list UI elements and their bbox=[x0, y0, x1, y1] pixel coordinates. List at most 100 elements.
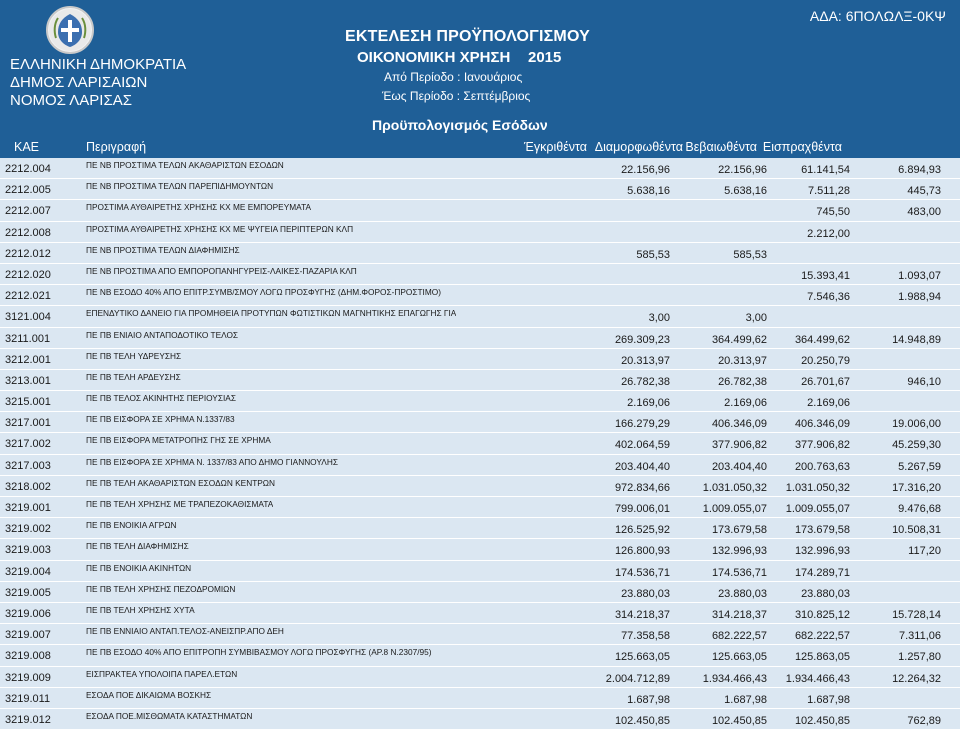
cell-collected: 1.988,94 bbox=[898, 291, 941, 304]
table-row: 3219.003 ΠΕ ΠΒ ΤΕΛΗ ΔΙΑΦΗΜΙΣΗΣ 126.800,93 1… bbox=[0, 539, 960, 561]
cell-certified: 1.687,98 bbox=[807, 693, 850, 706]
cell-assessed: 1.934.466,43 bbox=[702, 672, 767, 685]
cell-desc: ΠΕ ΠΒ ΕΣΟΔΟ 40% ΑΠΟ ΕΠΙΤΡΟΠΗ ΣΥΜΒΙΒΑΣΜΟΥ… bbox=[86, 647, 432, 658]
cell-assessed: 26.782,38 bbox=[718, 375, 767, 388]
cell-certified: 102.450,85 bbox=[794, 714, 850, 727]
fiscal-year-label: ΟΙΚΟΝΟΜΙΚΗ ΧΡΗΣΗ bbox=[357, 49, 511, 66]
cell-approved: 166.279,29 bbox=[614, 418, 670, 431]
cell-certified: 406.346,09 bbox=[794, 418, 850, 431]
cell-certified: 61.141,54 bbox=[801, 164, 850, 176]
cell-certified: 7.511,28 bbox=[807, 185, 850, 198]
cell-kae: 3219.006 bbox=[5, 607, 51, 620]
cell-collected: 45.259,30 bbox=[892, 439, 941, 452]
cell-kae: 3219.011 bbox=[5, 692, 51, 705]
cell-approved: 3,00 bbox=[648, 312, 670, 325]
cell-assessed: 125.663,05 bbox=[711, 651, 767, 664]
table-row: 3211.001 ΠΕ ΠΒ ΕΝΙΑΙΟ ΑΝΤΑΠΟΔΟΤΙΚΟ ΤΕΛΟΣ 2… bbox=[0, 327, 960, 349]
cell-collected: 762,89 bbox=[907, 714, 941, 727]
table-row: 3219.007 ΠΕ ΠΒ ΕΝΝΙΑΙΟ ΑΝΤΑΠ.ΤΕΛΟΣ-ΑΝΕΙΣΠ… bbox=[0, 624, 960, 646]
cell-certified: 15.393,41 bbox=[801, 269, 850, 282]
cell-collected: 1.257,80 bbox=[898, 651, 941, 664]
table-row: 3215.001 ΠΕ ΠΒ ΤΕΛΟΣ ΑΚΙΝΗΤΗΣ ΠΕΡΙΟΥΣΙΑΣ 2… bbox=[0, 391, 960, 413]
cell-assessed: 132.996,93 bbox=[711, 545, 767, 558]
org-line-2: ΔΗΜΟΣ ΛΑΡΙΣΑΙΩΝ bbox=[10, 74, 148, 91]
table-row: 2212.008 ΠΡΟΣΤΙΜΑ ΑΥΘΑΙΡΕΤΗΣ ΧΡΗΣΗΣ ΚΧ ΜΕ… bbox=[0, 221, 960, 243]
cell-certified: 2.169,06 bbox=[807, 397, 850, 410]
cell-certified: 132.996,93 bbox=[794, 545, 850, 558]
table-row: 3219.012 ΕΣΟΔΑ ΠΟΕ.ΜΙΣΘΩΜΑΤΑ ΚΑΤΑΣΤΗΜΑΤΩΝ… bbox=[0, 708, 960, 730]
cell-assessed: 1.687,98 bbox=[724, 693, 767, 706]
cell-desc: ΕΙΣΠΡΑΚΤΕΑ ΥΠΟΛΟΙΠΑ ΠΑΡΕΛ.ΕΤΩΝ bbox=[86, 668, 238, 679]
greek-coat-of-arms-icon bbox=[46, 6, 94, 54]
cell-desc: ΠΕ ΠΒ ΤΕΛΗ ΑΡΔΕΥΣΗΣ bbox=[86, 371, 181, 382]
cell-approved: 20.313,97 bbox=[621, 354, 670, 367]
cell-kae: 3217.002 bbox=[5, 438, 51, 451]
cell-assessed: 174.536,71 bbox=[711, 566, 767, 579]
cell-collected: 14.948,89 bbox=[892, 333, 941, 346]
cell-certified: 364.499,62 bbox=[794, 333, 850, 346]
cell-desc: ΕΣΟΔΑ ΠΟΕ ΔΙΚΑΙΩΜΑ ΒΟΣΚΗΣ bbox=[86, 689, 212, 700]
cell-desc: ΠΕ ΠΒ ΤΕΛΗ ΧΡΗΣΗΣ ΠΕΖΟΔΡΟΜΙΩΝ bbox=[86, 583, 236, 594]
cell-collected: 12.264,32 bbox=[892, 672, 941, 685]
cell-kae: 3219.009 bbox=[5, 671, 51, 684]
cell-desc: ΠΕ ΠΒ ΤΕΛΗ ΧΡΗΣΗΣ ΧΥΤΑ bbox=[86, 604, 195, 615]
cell-kae: 2212.005 bbox=[5, 184, 51, 197]
table-row: 3219.008 ΠΕ ΠΒ ΕΣΟΔΟ 40% ΑΠΟ ΕΠΙΤΡΟΠΗ ΣΥΜ… bbox=[0, 645, 960, 667]
period-to: Έως Περίοδο : Σεπτέμβριος bbox=[382, 89, 531, 103]
cell-assessed: 1.031.050,32 bbox=[702, 481, 767, 494]
cell-approved: 22.156,96 bbox=[621, 164, 670, 176]
cell-certified: 1.009.055,07 bbox=[785, 503, 850, 515]
table-row: 2212.021 ΠΕ ΝΒ ΕΣΟΔΟ 40% ΑΠΟ ΕΠΙΤΡ.ΣΥΜΒ/Σ… bbox=[0, 285, 960, 307]
cell-assessed: 5.638,16 bbox=[724, 185, 767, 198]
cell-approved: 26.782,38 bbox=[621, 375, 670, 388]
cell-approved: 585,53 bbox=[636, 248, 670, 261]
cell-collected: 17.316,20 bbox=[892, 481, 941, 494]
cell-desc: ΠΕ ΠΒ ΕΙΣΦΟΡΑ ΣΕ ΧΡΗΜΑ Ν. 1337/83 ΑΠΟ ΔΗ… bbox=[86, 456, 338, 467]
cell-certified: 2.212,00 bbox=[807, 227, 850, 240]
cell-kae: 3219.003 bbox=[5, 544, 51, 557]
cell-approved: 1.687,98 bbox=[627, 693, 670, 706]
table-row: 3213.001 ΠΕ ΠΒ ΤΕΛΗ ΑΡΔΕΥΣΗΣ 26.782,38 26.7… bbox=[0, 369, 960, 392]
cell-desc: ΠΕ ΠΒ ΕΝΟΙΚΙΑ ΑΓΡΩΝ bbox=[86, 520, 177, 531]
cell-desc: ΠΕ ΠΒ ΤΕΛΗ ΑΚΑΘΑΡΙΣΤΩΝ ΕΣΟΔΩΝ ΚΕΝΤΡΩΝ bbox=[86, 477, 275, 488]
cell-assessed: 406.346,09 bbox=[711, 418, 767, 431]
cell-approved: 126.525,92 bbox=[614, 524, 670, 537]
cell-approved: 314.218,37 bbox=[614, 608, 670, 621]
cell-certified: 310.825,12 bbox=[794, 608, 850, 621]
table-row: 3217.001 ΠΕ ΠΒ ΕΙΣΦΟΡΑ ΣΕ ΧΡΗΜΑ Ν.1337/83… bbox=[0, 412, 960, 434]
table-row: 3219.005 ΠΕ ΠΒ ΤΕΛΗ ΧΡΗΣΗΣ ΠΕΖΟΔΡΟΜΙΩΝ 23.… bbox=[0, 581, 960, 603]
cell-certified: 173.679,58 bbox=[794, 524, 850, 537]
cell-assessed: 314.218,37 bbox=[711, 608, 767, 621]
cell-approved: 125.663,05 bbox=[614, 651, 670, 664]
report-title: ΕΚΤΕΛΕΣΗ ΠΡΟΫΠΟΛΟΓΙΣΜΟΥ bbox=[345, 28, 591, 45]
table-row: 2212.020 ΠΕ ΝΒ ΠΡΟΣΤΙΜΑ ΑΠΟ ΕΜΠΟΡΟΠΑΝΗΓΥΡ… bbox=[0, 263, 960, 286]
column-header-assessed: Διαμορφωθέντα bbox=[594, 140, 683, 154]
cell-approved: 77.358,58 bbox=[621, 630, 670, 643]
table-row: 3219.002 ΠΕ ΠΒ ΕΝΟΙΚΙΑ ΑΓΡΩΝ 126.525,92 173… bbox=[0, 518, 960, 540]
cell-kae: 3213.001 bbox=[5, 374, 51, 387]
column-header-collected: Εισπραχθέντα bbox=[762, 140, 842, 154]
table-row: 3217.002 ΠΕ ΠΒ ΕΙΣΦΟΡΑ ΜΕΤΑΤΡΟΠΗΣ ΓΗΣ ΣΕ … bbox=[0, 433, 960, 455]
cell-approved: 402.064,59 bbox=[614, 439, 670, 452]
cell-collected: 19.006,00 bbox=[892, 418, 941, 431]
cell-kae: 3217.001 bbox=[5, 417, 51, 430]
cell-approved: 5.638,16 bbox=[627, 185, 670, 198]
cell-approved: 102.450,85 bbox=[614, 714, 670, 727]
cell-certified: 7.546,36 bbox=[807, 291, 850, 304]
cell-approved: 203.404,40 bbox=[614, 460, 670, 473]
cell-kae: 2212.008 bbox=[5, 226, 51, 239]
cell-desc: ΕΠΕΝΔΥΤΙΚΟ ΔΑΝΕΙΟ ΓΙΑ ΠΡΟΜΗΘΕΙΑ ΠΡΟΤΥΠΩΝ… bbox=[86, 308, 457, 319]
cell-certified: 174.289,71 bbox=[794, 566, 850, 579]
cell-collected: 483,00 bbox=[907, 206, 941, 219]
cell-collected: 1.093,07 bbox=[898, 269, 941, 282]
period-from: Από Περίοδο : Ιανουάριος bbox=[384, 70, 523, 84]
cell-certified: 682.222,57 bbox=[794, 630, 850, 643]
cell-approved: 799.006,01 bbox=[614, 503, 670, 515]
cell-desc: ΠΕ ΝΒ ΠΡΟΣΤΙΜΑ ΤΕΛΩΝ ΔΙΑΦΗΜΙΣΗΣ bbox=[86, 244, 240, 255]
cell-desc: ΠΡΟΣΤΙΜΑ ΑΥΘΑΙΡΕΤΗΣ ΧΡΗΣΗΣ ΚΧ ΜΕ ΕΜΠΟΡΕΥ… bbox=[86, 202, 312, 213]
cell-kae: 2212.007 bbox=[5, 205, 51, 218]
cell-desc: ΕΣΟΔΑ ΠΟΕ.ΜΙΣΘΩΜΑΤΑ ΚΑΤΑΣΤΗΜΑΤΩΝ bbox=[86, 710, 253, 721]
cell-kae: 2212.004 bbox=[5, 163, 51, 175]
cell-collected: 9.476,68 bbox=[898, 503, 941, 515]
cell-assessed: 173.679,58 bbox=[711, 524, 767, 537]
